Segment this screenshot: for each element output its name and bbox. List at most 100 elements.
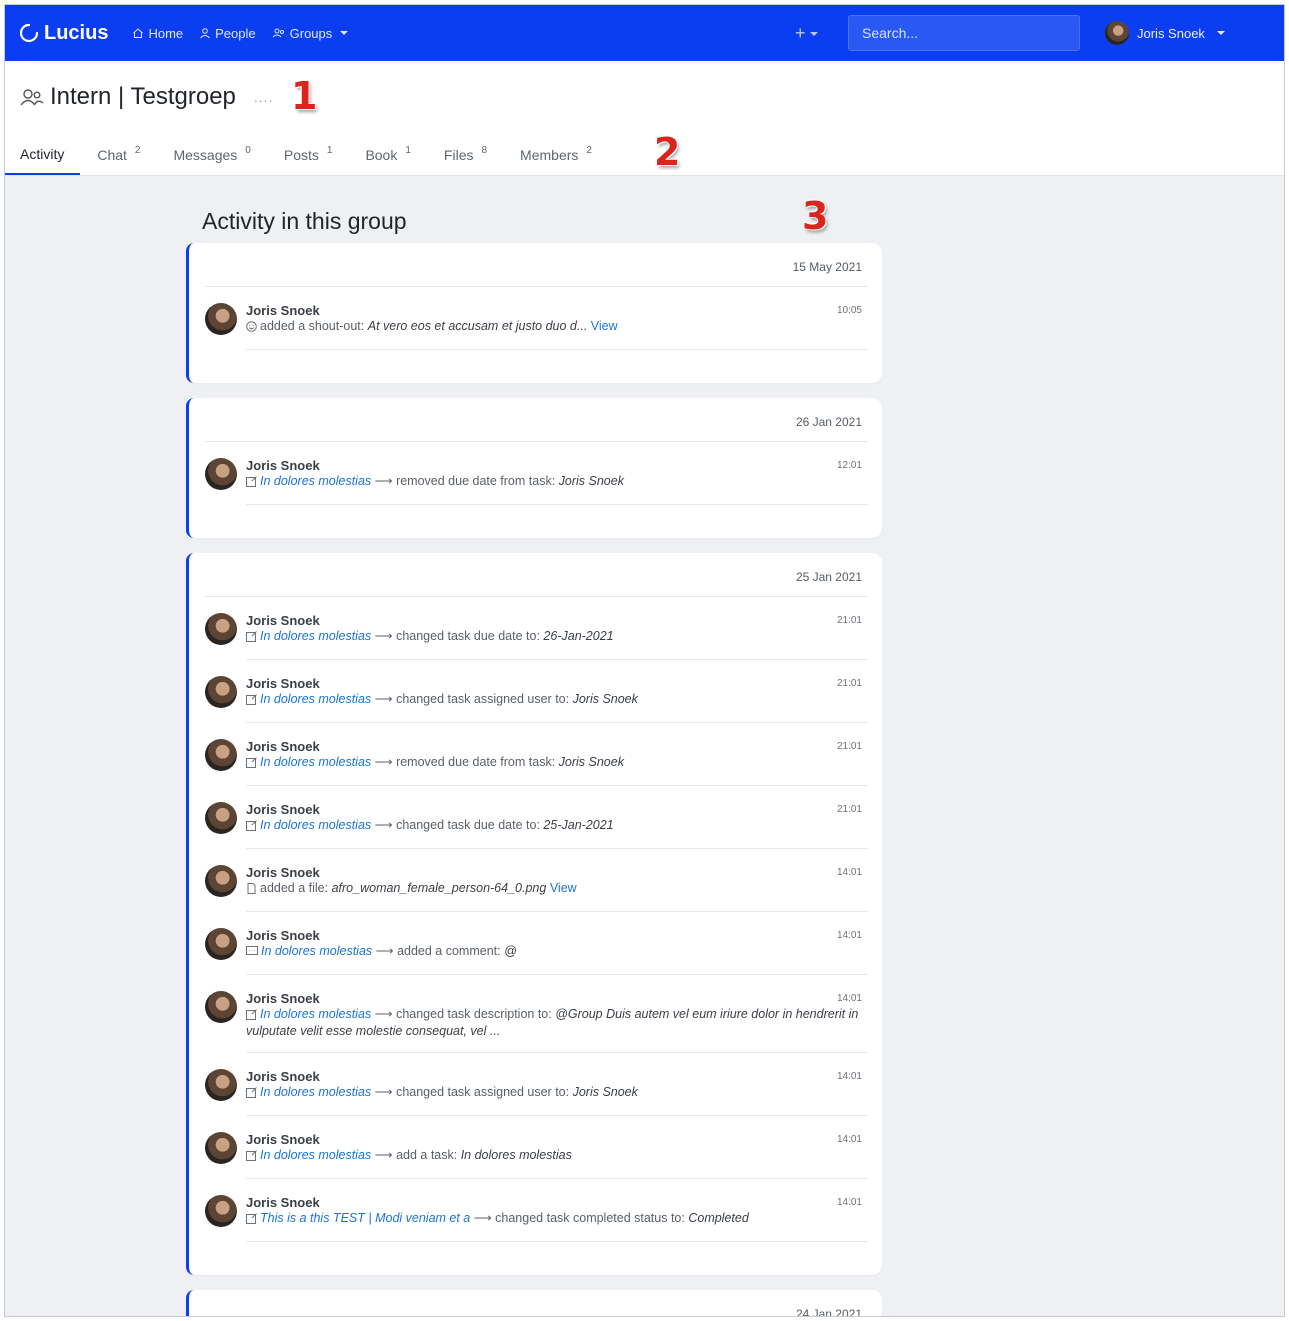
activity-detail: afro_woman_female_person-64_0.png bbox=[331, 881, 547, 895]
chevron-down-icon bbox=[340, 31, 349, 35]
top-navbar: Lucius Home People Groups + Joris Sno bbox=[5, 5, 1284, 61]
activity-detail: 26-Jan-2021 bbox=[543, 629, 614, 643]
tab-count: 2 bbox=[586, 144, 592, 156]
activity-item: Joris Snoek In dolores molestias ⟶ add a … bbox=[205, 1116, 882, 1179]
avatar bbox=[205, 865, 237, 897]
tab-posts[interactable]: Posts 1 bbox=[268, 135, 349, 175]
author-name[interactable]: Joris Snoek bbox=[246, 1069, 868, 1084]
task-link[interactable]: In dolores molestias bbox=[260, 474, 371, 488]
annotation-marker-2: 2 bbox=[654, 130, 681, 174]
author-name[interactable]: Joris Snoek bbox=[246, 613, 868, 628]
author-name[interactable]: Joris Snoek bbox=[246, 739, 868, 754]
arrow-icon: ⟶ bbox=[374, 629, 393, 643]
activity-action: removed due date from task: bbox=[396, 474, 556, 488]
activity-body: Joris Snoek In dolores molestias ⟶ change… bbox=[246, 676, 868, 709]
task-link[interactable]: In dolores molestias bbox=[260, 629, 371, 643]
task-link[interactable]: In dolores molestias bbox=[260, 755, 371, 769]
card-date-row: 25 Jan 2021 bbox=[205, 553, 868, 597]
activity-detail: At vero eos et accusam et justo duo d... bbox=[367, 319, 588, 333]
user-menu[interactable]: Joris Snoek bbox=[1105, 21, 1225, 45]
activity-item: Joris Snoek In dolores molestias ⟶ change… bbox=[205, 660, 882, 723]
author-name[interactable]: Joris Snoek bbox=[246, 303, 868, 318]
card-date: 15 May 2021 bbox=[792, 260, 862, 274]
task-link[interactable]: This is a this TEST | Modi veniam et a bbox=[260, 1211, 470, 1225]
activity-time: 21:01 bbox=[836, 804, 862, 815]
card-date: 25 Jan 2021 bbox=[795, 570, 862, 584]
author-name[interactable]: Joris Snoek bbox=[246, 991, 868, 1006]
task-link[interactable]: In dolores molestias bbox=[261, 944, 372, 958]
activity-action: changed task assigned user to: bbox=[396, 1085, 570, 1099]
avatar bbox=[205, 458, 237, 490]
search-input[interactable] bbox=[848, 15, 1080, 51]
activity-body: Joris Snoek In dolores molestias ⟶ remove… bbox=[246, 458, 868, 491]
activity-detail: 25-Jan-2021 bbox=[543, 818, 614, 832]
tab-label: Posts bbox=[283, 147, 319, 163]
author-name[interactable]: Joris Snoek bbox=[246, 802, 868, 817]
author-name[interactable]: Joris Snoek bbox=[246, 928, 868, 943]
brand-logo[interactable]: Lucius bbox=[19, 22, 108, 45]
annotation-marker-3: 3 bbox=[802, 194, 829, 238]
edit-icon bbox=[246, 1087, 257, 1102]
tab-label: Chat bbox=[97, 147, 127, 163]
activity-text: In dolores molestias ⟶ changed task assi… bbox=[246, 692, 868, 709]
activity-detail: In dolores molestias bbox=[460, 1148, 572, 1162]
task-link[interactable]: In dolores molestias bbox=[260, 692, 371, 706]
tab-activity[interactable]: Activity bbox=[5, 135, 81, 175]
activity-text: In dolores molestias ⟶ changed task due … bbox=[246, 818, 868, 835]
nav-home[interactable]: Home bbox=[132, 26, 183, 41]
add-content-menu[interactable]: + bbox=[795, 23, 818, 44]
tab-label: Activity bbox=[20, 146, 65, 162]
author-name[interactable]: Joris Snoek bbox=[246, 1195, 868, 1210]
task-link[interactable]: In dolores molestias bbox=[260, 1148, 371, 1162]
tab-count: 2 bbox=[134, 144, 141, 156]
annotation-marker-1: 1 bbox=[291, 74, 318, 118]
author-name[interactable]: Joris Snoek bbox=[246, 1132, 868, 1147]
activity-time: 10:05 bbox=[836, 305, 862, 316]
activity-text: added a shout-out: At vero eos et accusa… bbox=[246, 319, 868, 336]
activity-action: changed task completed status to: bbox=[495, 1211, 685, 1225]
card-date-row: 24 Jan 2021 bbox=[205, 1290, 868, 1316]
author-name[interactable]: Joris Snoek bbox=[246, 458, 868, 473]
task-link[interactable]: In dolores molestias bbox=[260, 1085, 371, 1099]
avatar bbox=[205, 613, 237, 645]
tab-label: Members bbox=[520, 147, 579, 163]
tab-files[interactable]: Files 8 bbox=[428, 135, 503, 175]
avatar bbox=[205, 739, 237, 771]
activity-item: Joris Snoek In dolores molestias ⟶ change… bbox=[205, 597, 882, 660]
main-nav: Home People Groups bbox=[132, 26, 349, 41]
activity-body: Joris Snoek In dolores molestias ⟶ add a … bbox=[246, 1132, 868, 1165]
activity-time: 14:01 bbox=[836, 1197, 862, 1208]
more-options-button[interactable]: .... bbox=[254, 89, 274, 105]
nav-groups[interactable]: Groups bbox=[272, 26, 349, 41]
author-name[interactable]: Joris Snoek bbox=[246, 676, 868, 691]
task-link[interactable]: In dolores molestias bbox=[260, 818, 371, 832]
activity-time: 21:01 bbox=[836, 678, 862, 689]
tab-messages[interactable]: Messages 0 bbox=[157, 135, 266, 175]
nav-people[interactable]: People bbox=[199, 26, 256, 41]
task-link[interactable]: In dolores molestias bbox=[260, 1007, 371, 1021]
activity-card: 26 Jan 2021 Joris Snoek In dolores molesti… bbox=[186, 398, 882, 538]
tab-chat[interactable]: Chat 2 bbox=[81, 135, 156, 175]
tab-members[interactable]: Members 2 bbox=[504, 135, 608, 175]
activity-time: 12:01 bbox=[836, 460, 862, 471]
comment-icon bbox=[246, 946, 258, 961]
group-header: Intern | Testgroep .... Activity Chat 2 M… bbox=[5, 61, 1284, 176]
activity-item: Joris Snoek added a shout-out: At vero eo… bbox=[205, 287, 882, 350]
chevron-down-icon bbox=[1216, 31, 1225, 35]
activity-text: This is a this TEST | Modi veniam et a ⟶… bbox=[246, 1211, 868, 1228]
activity-time: 14:01 bbox=[836, 1071, 862, 1082]
view-link[interactable]: View bbox=[550, 881, 577, 895]
author-name[interactable]: Joris Snoek bbox=[246, 865, 868, 880]
activity-body: Joris Snoek In dolores molestias ⟶ change… bbox=[246, 1069, 868, 1102]
activity-body: Joris Snoek In dolores molestias ⟶ change… bbox=[246, 613, 868, 646]
arrow-icon: ⟶ bbox=[473, 1211, 492, 1225]
activity-detail: @ bbox=[504, 944, 517, 958]
avatar bbox=[1105, 21, 1129, 45]
avatar bbox=[205, 1132, 237, 1164]
tab-count: 8 bbox=[481, 144, 488, 156]
tab-book[interactable]: Book 1 bbox=[349, 135, 426, 175]
chevron-down-icon bbox=[809, 31, 818, 36]
activity-time: 21:01 bbox=[836, 615, 862, 626]
tab-label: Book bbox=[365, 147, 398, 163]
view-link[interactable]: View bbox=[591, 319, 618, 333]
